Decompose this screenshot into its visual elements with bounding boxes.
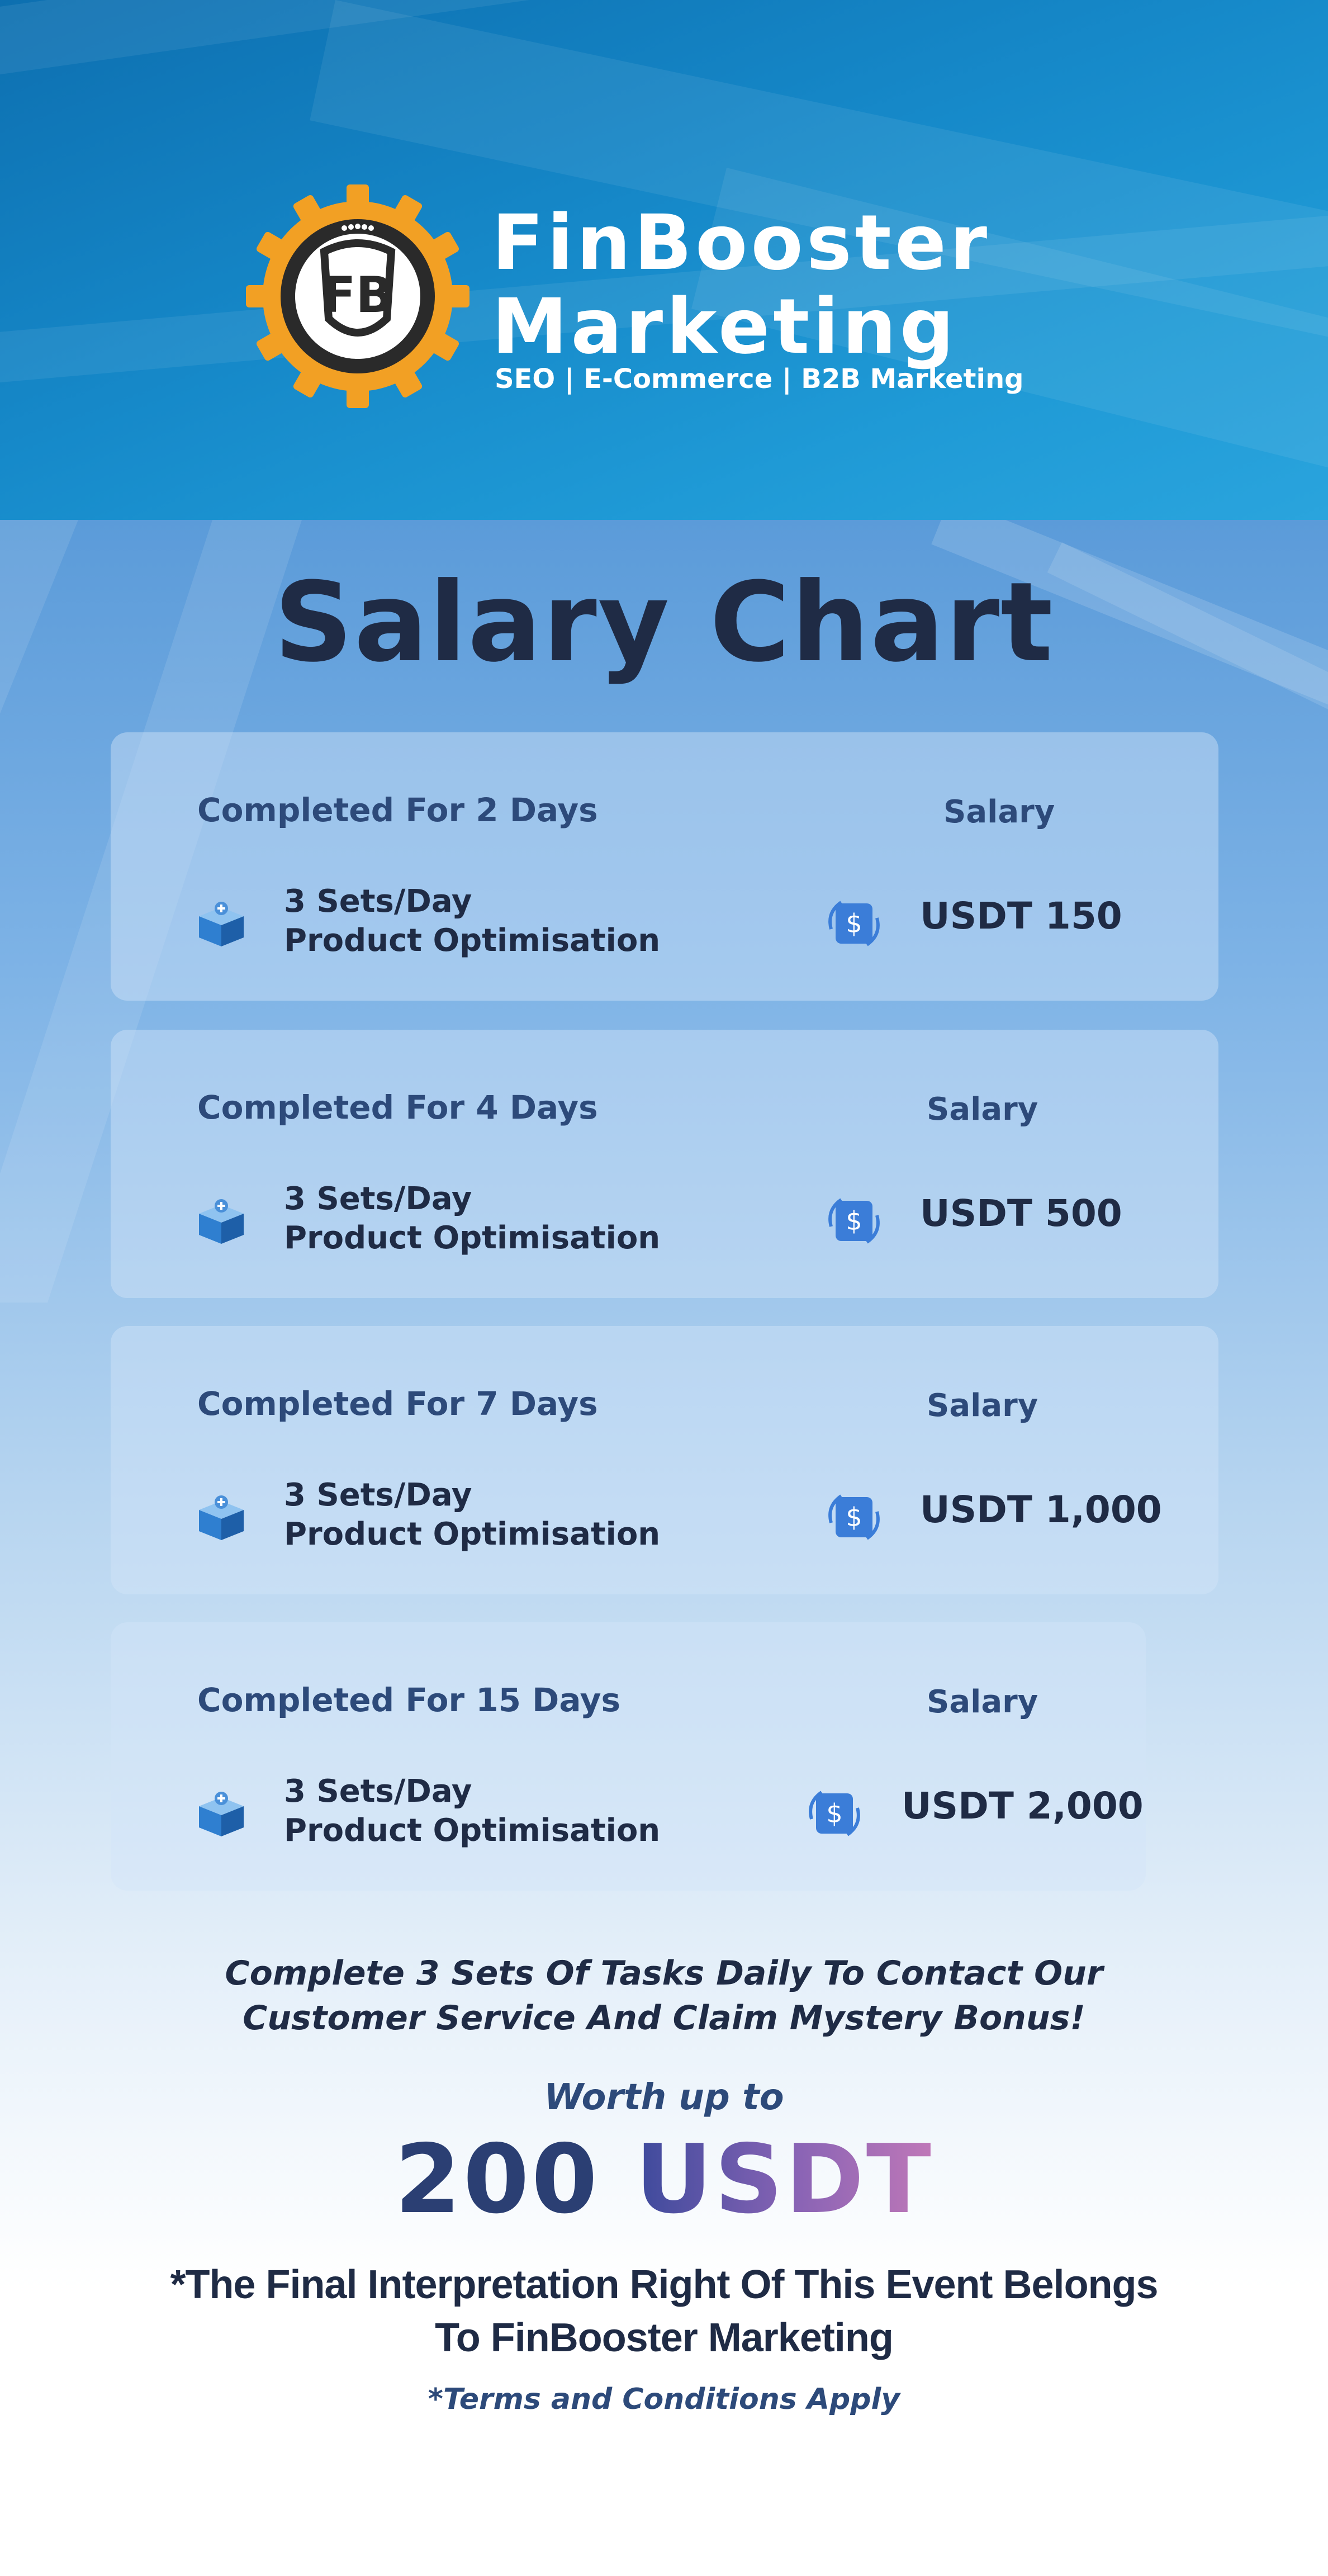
card-description-line2: Product Optimisation [284, 1812, 661, 1849]
card-description-line2: Product Optimisation [284, 1220, 661, 1256]
card-description-line1: 3 Sets/Day [284, 1181, 472, 1217]
card-description-line1: 3 Sets/Day [284, 1477, 472, 1513]
brand-tagline: SEO | E-Commerce | B2B Marketing [495, 363, 1024, 395]
card-days-label: Completed For 15 Days [197, 1681, 621, 1719]
gift-box-icon [199, 902, 244, 946]
card-salary-label: Salary [943, 794, 1055, 830]
salary-card: Completed For 15 Days Salary 3 Sets/Day … [111, 1622, 1146, 1891]
card-amount: USDT 1,000 [920, 1488, 1162, 1531]
brand-name-line1: FinBooster [492, 199, 991, 287]
logo-letters: FB [322, 266, 393, 324]
card-description-line2: Product Optimisation [284, 1516, 661, 1552]
promo-text: Complete 3 Sets Of Tasks Daily To Contac… [0, 1951, 1328, 2040]
disclaimer-line2: To FinBooster Marketing [435, 2315, 894, 2360]
card-description-line2: Product Optimisation [284, 922, 661, 959]
dollar-exchange-icon: $ [828, 901, 880, 946]
bonus-amount: 200 USDT [0, 2124, 1328, 2235]
bonus-amount-currency: USDT [635, 2124, 933, 2235]
worth-label: Worth up to [544, 2077, 784, 2118]
card-description: 3 Sets/Day Product Optimisation [284, 1772, 660, 1850]
card-days-label: Completed For 7 Days [197, 1385, 598, 1423]
brand-name-line2: Marketing [492, 283, 958, 371]
salary-card: Completed For 4 Days Salary 3 Sets/Day P… [111, 1030, 1218, 1298]
card-description: 3 Sets/Day Product Optimisation [284, 882, 660, 960]
svg-text:$: $ [846, 1206, 862, 1236]
brand-logo: FB [240, 179, 475, 414]
card-amount: USDT 2,000 [902, 1784, 1144, 1827]
card-description-line1: 3 Sets/Day [284, 883, 472, 920]
page-title: Salary Chart [274, 559, 1054, 686]
salary-card: Completed For 2 Days Salary 3 Sets/Day P… [111, 732, 1218, 1001]
svg-text:$: $ [846, 908, 862, 939]
svg-text:$: $ [826, 1798, 842, 1829]
disclaimer: *The Final Interpretation Right Of This … [0, 2258, 1328, 2365]
svg-text:$: $ [846, 1502, 862, 1532]
promo-line2: Customer Service And Claim Mystery Bonus… [243, 1999, 1085, 2038]
card-days-label: Completed For 4 Days [197, 1088, 598, 1126]
dollar-exchange-icon: $ [809, 1791, 860, 1836]
card-amount: USDT 150 [920, 894, 1122, 937]
gift-box-icon [199, 1792, 244, 1836]
card-salary-label: Salary [927, 1684, 1038, 1720]
card-description-line1: 3 Sets/Day [284, 1773, 472, 1810]
card-salary-label: Salary [927, 1091, 1038, 1128]
terms-note: *Terms and Conditions Apply [428, 2383, 900, 2416]
promo-line1: Complete 3 Sets Of Tasks Daily To Contac… [225, 1954, 1103, 1993]
gift-box-icon [199, 1495, 244, 1540]
card-days-label: Completed For 2 Days [197, 791, 598, 829]
card-amount: USDT 500 [920, 1192, 1122, 1235]
card-salary-label: Salary [927, 1388, 1038, 1424]
card-description: 3 Sets/Day Product Optimisation [284, 1180, 660, 1258]
fb-gear-logo-icon: FB [246, 184, 469, 408]
card-description: 3 Sets/Day Product Optimisation [284, 1476, 660, 1554]
bonus-amount-number: 200 [395, 2124, 600, 2235]
gift-box-icon [199, 1199, 244, 1244]
dollar-exchange-icon: $ [828, 1198, 880, 1244]
disclaimer-line1: *The Final Interpretation Right Of This … [170, 2262, 1158, 2307]
brand-name: FinBooster Marketing [492, 201, 990, 369]
header-banner: FB FinBooster Marketing SEO | E-Commerce… [0, 0, 1328, 520]
salary-card: Completed For 7 Days Salary 3 Sets/Day P… [111, 1326, 1218, 1594]
dollar-exchange-icon: $ [828, 1494, 880, 1540]
